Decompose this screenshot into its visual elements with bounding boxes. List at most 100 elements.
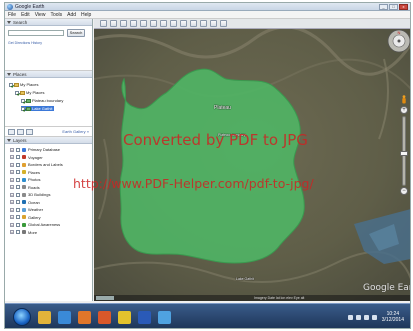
search-places-button[interactable]	[8, 128, 15, 135]
record-tour-button[interactable]	[150, 20, 157, 27]
checkbox[interactable]	[16, 192, 20, 197]
explorer-icon[interactable]	[38, 310, 51, 324]
menu-view[interactable]: View	[35, 12, 46, 18]
layers-panel-title: Layers	[13, 137, 27, 143]
layer-item[interactable]: + Weather	[10, 207, 43, 212]
layer-item[interactable]: + Places	[10, 170, 40, 175]
layer-item[interactable]: + Borders and Labels	[10, 162, 63, 167]
word-icon[interactable]	[138, 310, 151, 324]
layer-item[interactable]: + More	[10, 230, 37, 235]
checkbox[interactable]	[9, 82, 13, 87]
checkbox[interactable]	[16, 170, 20, 174]
checkbox[interactable]	[16, 162, 20, 167]
clock[interactable]: 10:24 3/12/2014	[382, 311, 404, 323]
sunlight-button[interactable]	[170, 20, 177, 27]
layers-panel-header[interactable]: Layers	[5, 137, 92, 144]
up-arrow-button[interactable]	[17, 128, 24, 135]
street-view-pegman-icon[interactable]	[401, 95, 407, 104]
ocean-icon	[22, 200, 26, 204]
network-icon[interactable]	[355, 314, 361, 320]
layer-item-label: 3D Buildings	[28, 192, 51, 197]
expand-icon[interactable]: +	[10, 147, 14, 152]
search-links[interactable]: Get Directions History	[8, 41, 42, 45]
expand-icon[interactable]: +	[10, 155, 14, 159]
layer-item[interactable]: +3D Buildings	[10, 192, 50, 197]
checkbox[interactable]	[16, 147, 20, 152]
expand-icon[interactable]: +	[10, 222, 14, 227]
expand-icon[interactable]: +	[10, 177, 14, 182]
start-button[interactable]	[13, 308, 31, 326]
close-button[interactable]: x	[399, 3, 408, 10]
expand-icon[interactable]: +	[10, 185, 14, 189]
expand-icon[interactable]: +	[10, 200, 14, 204]
checkbox[interactable]	[16, 222, 20, 227]
layer-item[interactable]: + Roads	[10, 185, 40, 190]
ruler-button[interactable]	[190, 20, 197, 27]
earth-icon[interactable]	[158, 310, 171, 324]
menu-add[interactable]: Add	[67, 12, 76, 18]
expand-icon[interactable]: +	[10, 215, 14, 219]
zoom-slider[interactable]	[400, 116, 408, 186]
placemark-button[interactable]	[110, 20, 117, 27]
maximize-button[interactable]: □	[389, 3, 398, 10]
down-arrow-button[interactable]	[26, 128, 33, 135]
layer-item[interactable]: + Global Awareness	[10, 222, 60, 227]
layer-item[interactable]: + Gallery	[10, 215, 41, 220]
map-view[interactable]: Plateau Plateau boundary Lake Gathit	[94, 19, 410, 301]
layer-item[interactable]: + Voyager	[10, 155, 43, 160]
checkbox[interactable]	[16, 230, 20, 234]
zoom-slider-thumb[interactable]	[400, 151, 408, 156]
checkbox[interactable]	[16, 215, 20, 219]
checkbox[interactable]	[16, 207, 20, 212]
expand-icon[interactable]: +	[10, 162, 14, 167]
expand-icon[interactable]: +	[10, 207, 14, 212]
places-item-folder[interactable]: My Places	[15, 90, 44, 95]
places-panel-header[interactable]: Places	[5, 71, 92, 78]
checkbox[interactable]	[21, 98, 25, 103]
menu-edit[interactable]: Edit	[21, 12, 30, 18]
places-item-boundary[interactable]: Plateau boundary	[21, 98, 63, 103]
layer-item[interactable]: + Photos	[10, 177, 40, 182]
earth-gallery-link[interactable]: Earth Gallery »	[62, 129, 89, 134]
layer-item[interactable]: + Primary Database	[10, 147, 60, 152]
checkbox[interactable]	[16, 177, 20, 182]
expand-icon[interactable]: +	[10, 192, 14, 197]
firefox-icon[interactable]	[98, 310, 111, 324]
battery-icon[interactable]	[371, 314, 377, 320]
print-button[interactable]	[210, 20, 217, 27]
volume-icon[interactable]	[363, 314, 369, 320]
zoom-in-button[interactable]: +	[400, 106, 408, 114]
search-panel-header[interactable]: Search	[5, 19, 92, 26]
minimize-button[interactable]: _	[379, 3, 388, 10]
checkbox[interactable]	[21, 106, 25, 111]
expand-icon[interactable]: +	[10, 230, 14, 234]
navigation-compass[interactable]: N	[387, 29, 411, 53]
expand-icon[interactable]: +	[10, 170, 14, 174]
checkbox[interactable]	[16, 155, 20, 159]
places-item-my-places[interactable]: My Places	[9, 82, 38, 87]
zoom-out-button[interactable]: −	[400, 187, 408, 195]
email-button[interactable]	[200, 20, 207, 27]
search-input[interactable]	[8, 30, 64, 36]
menu-file[interactable]: File	[8, 12, 16, 18]
path-button[interactable]	[130, 20, 137, 27]
sidebar-toggle-button[interactable]	[100, 20, 107, 27]
gallery-icon	[22, 215, 26, 219]
polygon-button[interactable]	[120, 20, 127, 27]
checkbox[interactable]	[16, 185, 20, 189]
search-button[interactable]: Search	[67, 29, 85, 37]
checkbox[interactable]	[15, 90, 19, 95]
historical-imagery-button[interactable]	[160, 20, 167, 27]
ie-icon[interactable]	[58, 310, 71, 324]
checkbox[interactable]	[16, 200, 20, 204]
image-overlay-button[interactable]	[140, 20, 147, 27]
places-item-lake[interactable]: Lake Gathit	[21, 106, 55, 111]
menu-help[interactable]: Help	[81, 12, 91, 18]
maps-button[interactable]	[220, 20, 227, 27]
menu-tools[interactable]: Tools	[50, 12, 62, 18]
media-icon[interactable]	[78, 310, 91, 324]
flag-icon[interactable]	[347, 314, 353, 320]
planets-button[interactable]	[180, 20, 187, 27]
chrome-icon[interactable]	[118, 310, 131, 324]
layer-item[interactable]: + Ocean	[10, 200, 40, 205]
